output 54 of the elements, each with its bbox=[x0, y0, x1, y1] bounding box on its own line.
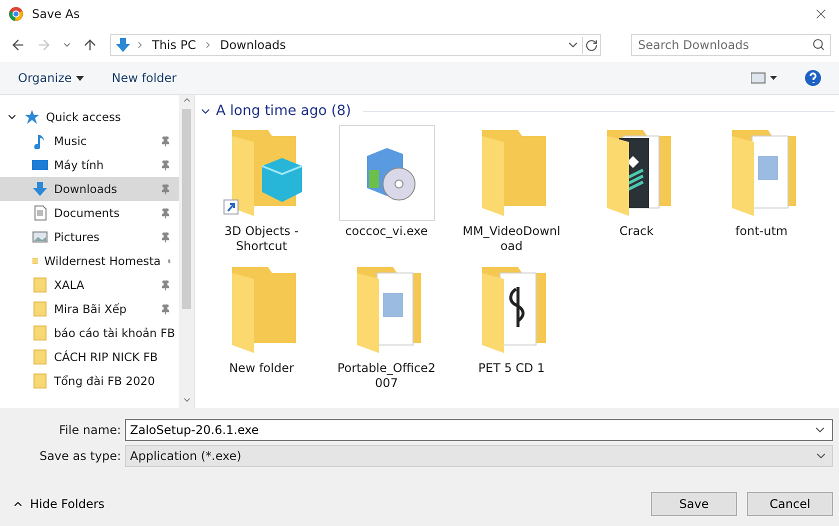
address-bar[interactable]: This PC Downloads bbox=[110, 34, 601, 56]
window-title: Save As bbox=[32, 7, 81, 21]
field-label: Save as type: bbox=[38, 449, 121, 463]
file-name: PET 5 CD 1 bbox=[477, 361, 546, 376]
dialog-button[interactable]: Save bbox=[651, 492, 737, 516]
sidebar-item[interactable]: XALA bbox=[0, 273, 179, 297]
file-tile[interactable] bbox=[338, 125, 434, 221]
refresh-icon[interactable] bbox=[582, 36, 600, 54]
new-folder-button[interactable]: New folder bbox=[110, 69, 179, 87]
field-label: File name: bbox=[58, 423, 121, 437]
caret-icon bbox=[76, 76, 84, 80]
file-type-dropdown[interactable]: Application (*.exe) bbox=[125, 445, 833, 467]
sidebar-item[interactable]: Tổng đài FB 2020 bbox=[0, 369, 179, 393]
file-name-field[interactable]: ZaloSetup-20.6.1.exe bbox=[125, 419, 833, 441]
breadcrumb[interactable]: Downloads bbox=[216, 38, 289, 52]
sidebar-item[interactable]: Downloads bbox=[0, 177, 179, 201]
search-icon bbox=[812, 38, 825, 51]
search-field[interactable]: Search Downloads bbox=[631, 34, 831, 56]
file-name: MM_VideoDownl oad bbox=[462, 224, 562, 254]
file-name: font-utm bbox=[734, 224, 789, 239]
app-icon bbox=[8, 6, 24, 22]
star-icon bbox=[24, 109, 40, 125]
file-name: Crack bbox=[618, 224, 655, 239]
picture-icon bbox=[32, 229, 48, 245]
file-name: Portable_Office2 007 bbox=[336, 361, 437, 391]
download-arrow-icon bbox=[32, 181, 48, 197]
organize-button[interactable]: Organize bbox=[16, 69, 86, 87]
quick-access-item[interactable]: Quick access bbox=[0, 105, 179, 129]
sidebar-item[interactable]: Documents bbox=[0, 201, 179, 225]
help-icon[interactable] bbox=[803, 68, 823, 88]
folder-icon bbox=[32, 373, 48, 389]
folder-icon bbox=[32, 349, 48, 365]
dialog-button[interactable]: Cancel bbox=[747, 492, 833, 516]
download-arrow-icon bbox=[115, 37, 131, 53]
sidebar-item[interactable]: Music bbox=[0, 129, 179, 153]
sidebar-item[interactable]: Pictures bbox=[0, 225, 179, 249]
folder-icon bbox=[32, 325, 48, 341]
file-name: coccoc_vi.exe bbox=[344, 224, 429, 239]
scrollbar[interactable] bbox=[179, 95, 194, 408]
document-icon bbox=[32, 205, 48, 221]
folder-icon bbox=[32, 301, 48, 317]
folder-icon bbox=[32, 277, 48, 293]
file-name: 3D Objects - Shortcut bbox=[223, 224, 300, 254]
sidebar-item[interactable]: báo cáo tài khoản FB bbox=[0, 321, 179, 345]
sidebar-item[interactable]: Wildernest Homesta bbox=[0, 249, 179, 273]
sidebar-item[interactable]: Máy tính bbox=[0, 153, 179, 177]
breadcrumb[interactable]: This PC bbox=[149, 38, 199, 52]
view-options-icon[interactable] bbox=[749, 70, 779, 86]
monitor-icon bbox=[32, 157, 48, 173]
group-header: A long time ago (8) bbox=[216, 103, 352, 119]
hide-folders-button[interactable]: Hide Folders bbox=[10, 495, 107, 513]
sidebar-item[interactable]: Mira Bãi Xếp bbox=[0, 297, 179, 321]
sidebar-item[interactable]: CÁCH RIP NICK FB bbox=[0, 345, 179, 369]
file-name: New folder bbox=[228, 361, 295, 376]
